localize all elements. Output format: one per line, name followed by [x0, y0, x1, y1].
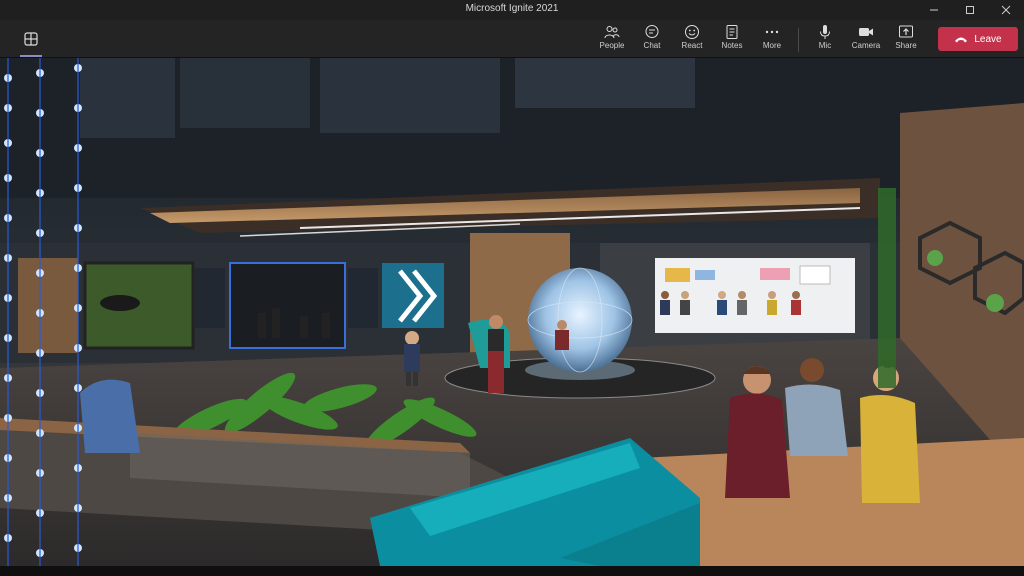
notes-button[interactable]: Notes [712, 24, 752, 56]
virtual-event-scene[interactable] [0, 58, 1024, 566]
minimize-icon [930, 9, 938, 11]
window-title: Microsoft Ignite 2021 [465, 3, 559, 14]
mic-button[interactable]: Mic [805, 24, 845, 56]
scene-illustration [0, 58, 1024, 566]
hang-up-icon [955, 37, 968, 43]
maximize-button[interactable] [952, 0, 988, 20]
chat-icon [645, 25, 659, 38]
toolbar-divider [798, 28, 799, 52]
share-button[interactable]: Share [886, 24, 926, 56]
status-bar [0, 566, 1024, 576]
people-icon [604, 26, 620, 39]
leave-label: Leave [974, 33, 1002, 45]
share-label: Share [895, 41, 917, 50]
close-button[interactable] [988, 0, 1024, 20]
more-icon [765, 30, 779, 34]
more-label: More [762, 41, 782, 50]
close-icon [1001, 5, 1011, 15]
chat-label: Chat [643, 41, 661, 50]
react-label: React [681, 41, 703, 50]
title-bar: Microsoft Ignite 2021 [0, 0, 1024, 20]
leave-button[interactable]: Leave [938, 27, 1018, 51]
maximize-icon [966, 6, 974, 14]
camera-icon [859, 28, 873, 36]
share-icon [899, 25, 913, 38]
window-controls [916, 0, 1024, 20]
mic-icon [820, 25, 830, 39]
notes-label: Notes [721, 41, 743, 50]
notes-icon [726, 25, 738, 39]
meeting-toolbar: People Chat React Notes More Mic Camera … [0, 20, 1024, 58]
react-icon [685, 25, 699, 39]
more-button[interactable]: More [752, 24, 792, 56]
camera-label: Camera [851, 41, 881, 50]
minimize-button[interactable] [916, 0, 952, 20]
people-label: People [599, 41, 625, 50]
react-button[interactable]: React [672, 24, 712, 56]
grid-icon [24, 32, 38, 46]
camera-button[interactable]: Camera [846, 24, 886, 56]
chat-button[interactable]: Chat [632, 24, 672, 56]
people-button[interactable]: People [592, 24, 632, 56]
view-layout-button[interactable] [20, 28, 42, 50]
mic-label: Mic [818, 41, 832, 50]
active-view-indicator [20, 55, 42, 57]
